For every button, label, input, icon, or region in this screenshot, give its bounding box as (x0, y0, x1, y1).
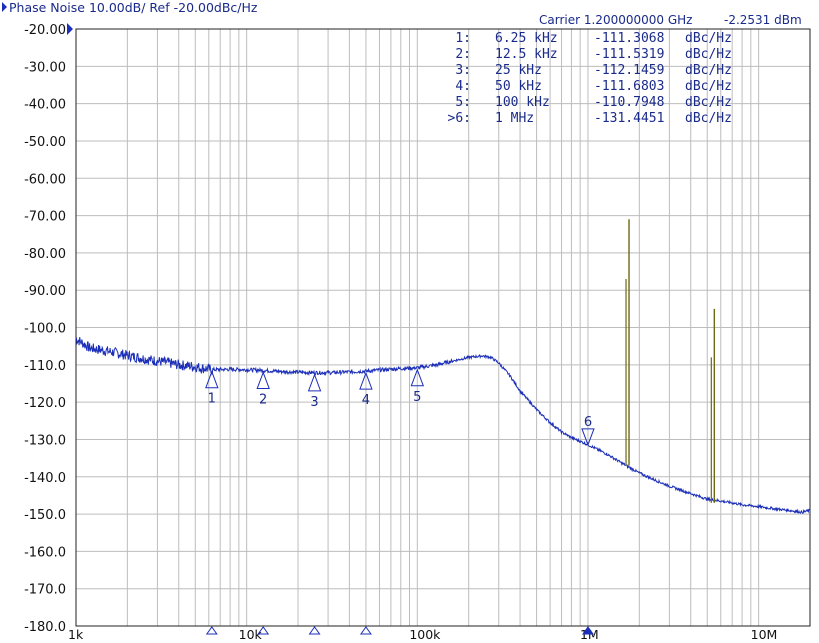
marker-id: 3: (455, 63, 471, 78)
marker-unit: dBc/Hz (685, 47, 732, 62)
marker-value: -131.4451 (594, 111, 664, 126)
y-tick-label: -70.00 (24, 210, 66, 225)
marker-label: 3 (310, 395, 318, 410)
marker-unit: dBc/Hz (685, 31, 732, 46)
phase-noise-trace (75, 337, 811, 514)
y-tick-label: -180.0 (24, 620, 66, 635)
marker-value: -111.6803 (594, 79, 664, 94)
marker-id: 1: (455, 31, 471, 46)
reference-level-icon (67, 23, 73, 35)
marker-frequency: 25 kHz (495, 63, 542, 78)
marker-triangle-icon (256, 371, 270, 390)
axis-marker-icon[interactable] (205, 626, 218, 635)
marker-frequency: 100 kHz (495, 95, 550, 110)
y-tick-label: -150.0 (24, 508, 66, 523)
marker-table-row: 1: 6.25 kHz -111.3068 dBc/Hz (455, 31, 732, 46)
y-tick-label: -160.0 (24, 545, 66, 560)
marker-table-row: 2: 12.5 kHz -111.5319 dBc/Hz (455, 47, 732, 62)
marker-table-row: 4: 50 kHz -111.6803 dBc/Hz (455, 79, 732, 94)
x-tick-label: 10M (751, 627, 778, 642)
marker-table-row: 5: 100 kHz -110.7948 dBc/Hz (455, 95, 732, 110)
marker-unit: dBc/Hz (685, 63, 732, 78)
marker-frequency: 6.25 kHz (495, 31, 558, 46)
marker-3[interactable]: 3 (307, 373, 322, 410)
y-tick-label: -60.00 (24, 172, 66, 187)
marker-label: 5 (413, 390, 421, 405)
marker-label: 2 (259, 393, 267, 408)
marker-value: -111.5319 (594, 47, 664, 62)
y-tick-label: -30.00 (24, 60, 66, 75)
marker-label: 6 (584, 415, 592, 430)
y-tick-label: -90.00 (24, 284, 66, 299)
x-tick-label: 100k (409, 627, 441, 642)
y-tick-label: -80.00 (24, 247, 66, 262)
marker-unit: dBc/Hz (685, 95, 732, 110)
marker-id: 2: (455, 47, 471, 62)
phase-noise-window: Phase Noise 10.00dB/ Ref -20.00dBc/Hz Ca… (0, 0, 819, 643)
carrier-label: Carrier 1.200000000 GHz (539, 13, 692, 27)
y-tick-label: -40.00 (24, 98, 66, 113)
y-tick-label: -20.00 (24, 23, 66, 38)
marker-unit: dBc/Hz (685, 79, 732, 94)
marker-value: -110.7948 (594, 95, 664, 110)
marker-value: -111.3068 (594, 31, 664, 46)
marker-frequency: 1 MHz (495, 111, 534, 126)
marker-triangle-icon (307, 373, 322, 392)
marker-id: 5: (455, 95, 471, 110)
marker-id: 4: (455, 79, 471, 94)
y-tick-label: -110.0 (24, 359, 66, 374)
x-axis: 1k10k100k1M10M (68, 627, 777, 642)
active-trace-icon (2, 2, 7, 12)
marker-table-row: 3: 25 kHz -112.1459 dBc/Hz (455, 63, 732, 78)
y-tick-label: -140.0 (24, 471, 66, 486)
traces (75, 219, 811, 514)
marker-1[interactable]: 1 (205, 370, 219, 407)
y-tick-label: -130.0 (24, 433, 66, 448)
y-tick-label: -100.0 (24, 322, 66, 337)
y-axis: -20.00 -30.00 -40.00 -50.00 -60.00 -70.00 -80.… (24, 23, 66, 635)
axis-marker-icon[interactable] (308, 626, 321, 635)
marker-unit: dBc/Hz (685, 111, 732, 126)
marker-value: -112.1459 (594, 63, 664, 78)
marker-label: 4 (362, 393, 370, 408)
axis-marker-icon[interactable] (359, 626, 372, 635)
marker-table-row: >6: 1 MHz -131.4451 dBc/Hz (448, 111, 732, 126)
chart-title: Phase Noise 10.00dB/ Ref -20.00dBc/Hz (9, 0, 258, 15)
marker-frequency: 50 kHz (495, 79, 542, 94)
marker-id: >6: (448, 111, 471, 126)
markers: 1 2 3 4 5 6 (205, 368, 595, 635)
header: Phase Noise 10.00dB/ Ref -20.00dBc/Hz Ca… (2, 0, 802, 35)
x-tick-label: 1k (68, 627, 84, 642)
y-tick-label: -170.0 (24, 583, 66, 598)
marker-frequency: 12.5 kHz (495, 47, 558, 62)
carrier-power: -2.2531 dBm (724, 13, 802, 27)
phase-noise-chart: Phase Noise 10.00dB/ Ref -20.00dBc/Hz Ca… (2, 0, 811, 642)
marker-table: 1: 6.25 kHz -111.3068 dBc/Hz 2: 12.5 kHz -111.… (448, 31, 732, 126)
marker-triangle-icon (205, 370, 219, 389)
marker-label: 1 (208, 392, 216, 407)
y-tick-label: -50.00 (24, 135, 66, 150)
y-tick-label: -120.0 (24, 396, 66, 411)
